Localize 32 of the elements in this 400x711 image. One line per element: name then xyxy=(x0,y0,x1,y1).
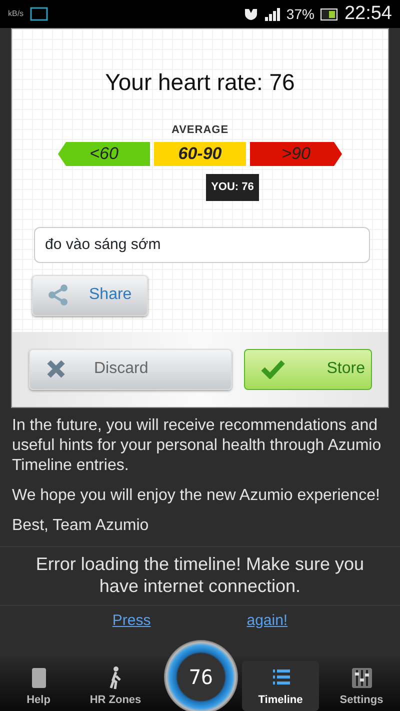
message-paragraph: We hope you will enjoy the new Azumio experience! xyxy=(12,486,381,506)
heart-rate-reading: 76 xyxy=(188,664,214,691)
tab[interactable]: Settings xyxy=(323,657,400,711)
note-field[interactable]: đo vào sáng sớm xyxy=(34,226,370,262)
share-icon xyxy=(47,284,69,306)
battery-percent: 37% xyxy=(286,4,314,24)
marker-tooltip: YOU: 76 xyxy=(206,174,259,200)
retry-link[interactable]: Press xyxy=(112,610,151,632)
discard-button[interactable]: Discard xyxy=(29,348,232,390)
battery-icon xyxy=(320,8,338,20)
zone-segment: <60 xyxy=(58,142,150,166)
clock: 22:54 xyxy=(344,2,392,26)
speed-text: kB/s xyxy=(8,8,24,20)
zone-label: AVERAGE xyxy=(170,122,230,138)
shield-icon xyxy=(244,7,258,21)
error-message: Error loading the timeline! Make sure you have internet connection. xyxy=(0,546,400,606)
tab[interactable]: Timeline xyxy=(242,661,319,711)
message-paragraph: Best, Team Azumio xyxy=(12,516,150,536)
signal-icon xyxy=(264,7,280,21)
tab[interactable]: Help xyxy=(0,657,77,711)
zone-segment: 60-90 xyxy=(154,142,246,166)
tab[interactable]: HR Zones xyxy=(77,657,154,711)
sliders-icon xyxy=(350,666,374,690)
heart-rate-widget[interactable]: 76 xyxy=(164,640,238,711)
close-icon xyxy=(46,359,66,379)
check-icon xyxy=(260,359,285,379)
message-paragraph: In the future, you will receive recommendations and useful hints for your personal health through Azumio Timeline entries. xyxy=(12,416,382,476)
store-button[interactable]: Store xyxy=(244,348,372,390)
zone-segment: >90 xyxy=(250,142,342,166)
retry-link[interactable]: again! xyxy=(246,610,288,632)
notification-icon xyxy=(30,7,48,21)
dialog-title: Your heart rate: 76 xyxy=(104,68,296,97)
